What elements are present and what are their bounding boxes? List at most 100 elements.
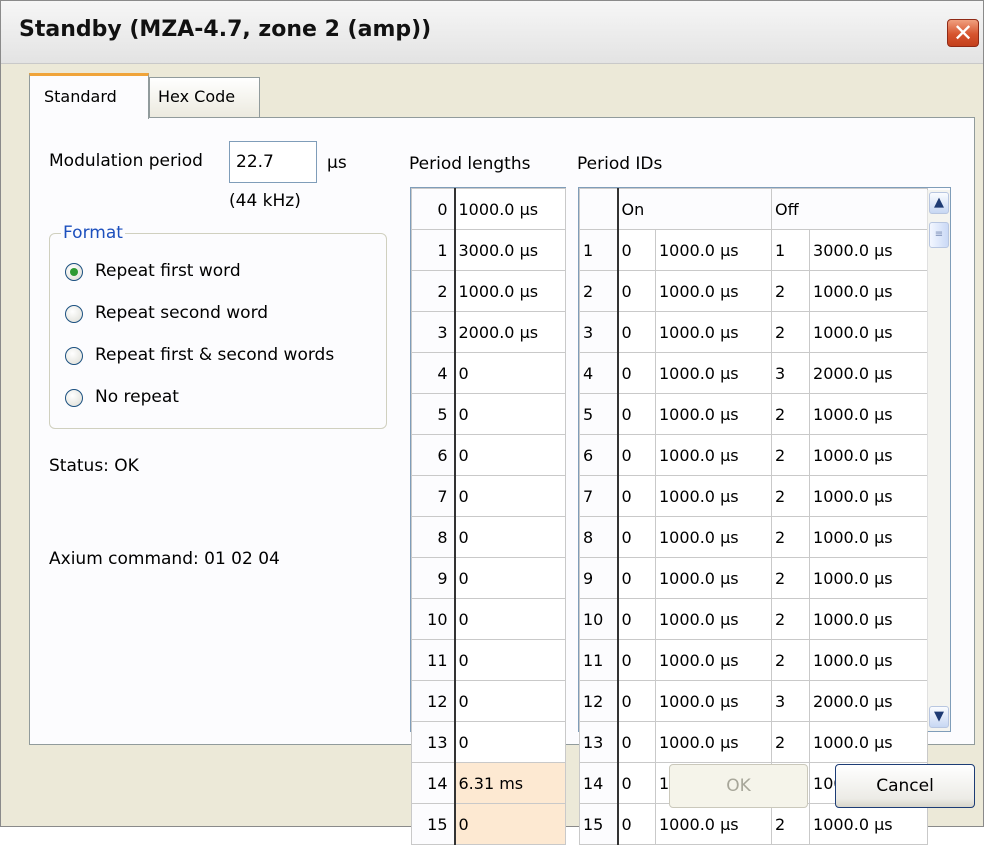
period-length-value[interactable]: 1000.0 µs <box>454 270 566 312</box>
period-id-row[interactable]: 1 0 1000.0 µs 1 3000.0 µs <box>579 229 929 271</box>
tab-standard[interactable]: Standard <box>29 73 149 119</box>
period-id-on-length: 1000.0 µs <box>654 229 773 271</box>
period-length-row[interactable]: 80 <box>411 516 566 558</box>
period-length-row[interactable]: 90 <box>411 557 566 599</box>
period-length-row[interactable]: 60 <box>411 434 566 476</box>
period-length-value[interactable]: 0 <box>454 475 566 517</box>
period-id-on-id[interactable]: 0 <box>617 311 656 353</box>
period-id-on-id[interactable]: 0 <box>617 762 656 804</box>
period-id-row[interactable]: 7 0 1000.0 µs 2 1000.0 µs <box>579 475 929 517</box>
period-length-row[interactable]: 3 2000.0 µs <box>411 311 566 353</box>
cancel-button[interactable]: Cancel <box>835 764 975 808</box>
period-id-off-id[interactable]: 3 <box>771 680 811 722</box>
period-id-row[interactable]: 3 0 1000.0 µs 2 1000.0 µs <box>579 311 929 353</box>
period-length-row[interactable]: 70 <box>411 475 566 517</box>
period-id-off-id[interactable]: 2 <box>771 721 811 763</box>
period-id-row[interactable]: 5 0 1000.0 µs 2 1000.0 µs <box>579 393 929 435</box>
period-id-row[interactable]: 8 0 1000.0 µs 2 1000.0 µs <box>579 516 929 558</box>
period-length-value[interactable]: 0 <box>454 680 566 722</box>
period-id-off-id[interactable]: 2 <box>771 639 811 681</box>
period-id-on-id[interactable]: 0 <box>617 475 656 517</box>
close-button[interactable]: ✕ <box>947 19 979 47</box>
period-length-row[interactable]: 50 <box>411 393 566 435</box>
period-id-off-id[interactable]: 2 <box>771 434 811 476</box>
tab-hex-code[interactable]: Hex Code <box>149 77 260 117</box>
period-length-row[interactable]: 0 1000.0 µs <box>411 188 566 230</box>
period-length-row[interactable]: 2 1000.0 µs <box>411 270 566 312</box>
period-id-off-id[interactable]: 2 <box>771 516 811 558</box>
period-id-row[interactable]: 6 0 1000.0 µs 2 1000.0 µs <box>579 434 929 476</box>
period-id-off-id[interactable]: 3 <box>771 352 811 394</box>
period-length-value[interactable]: 0 <box>454 393 566 435</box>
period-id-row[interactable]: 10 0 1000.0 µs 2 1000.0 µs <box>579 598 929 640</box>
period-id-on-id[interactable]: 0 <box>617 516 656 558</box>
period-length-row[interactable]: 12 0 <box>411 680 566 722</box>
period-id-row[interactable]: 12 0 1000.0 µs 3 2000.0 µs <box>579 680 929 722</box>
period-length-value[interactable]: 2000.0 µs <box>454 311 566 353</box>
period-length-row[interactable]: 1 3000.0 µs <box>411 229 566 271</box>
period-id-row[interactable]: 11 0 1000.0 µs 2 1000.0 µs <box>579 639 929 681</box>
scroll-down-button[interactable]: ▼ <box>929 706 949 728</box>
period-length-value[interactable]: 0 <box>454 803 566 845</box>
period-ids-scrollbar[interactable]: ▲ ≡ ▼ <box>927 190 950 731</box>
radio-repeat-second-word[interactable]: Repeat second word <box>65 303 405 329</box>
period-id-index: 2 <box>579 270 619 312</box>
period-id-on-id[interactable]: 0 <box>617 352 656 394</box>
period-id-on-id[interactable]: 0 <box>617 393 656 435</box>
period-length-row[interactable]: 10 0 <box>411 598 566 640</box>
period-id-off-id[interactable]: 1 <box>771 229 811 271</box>
period-length-value[interactable]: 0 <box>454 352 566 394</box>
modulation-period-input[interactable] <box>229 141 317 183</box>
period-length-index: 13 <box>411 721 456 763</box>
period-id-on-id[interactable]: 0 <box>617 680 656 722</box>
period-id-on-id[interactable]: 0 <box>617 270 656 312</box>
period-length-row[interactable]: 14 6.31 ms <box>411 762 566 804</box>
period-length-value[interactable]: 1000.0 µs <box>454 188 566 230</box>
period-length-value[interactable]: 0 <box>454 557 566 599</box>
radio-repeat-first-word[interactable]: Repeat first word <box>65 261 405 287</box>
period-id-index: 5 <box>579 393 619 435</box>
period-length-row[interactable]: 40 <box>411 352 566 394</box>
period-id-off-id[interactable]: 2 <box>771 598 811 640</box>
period-id-off-id[interactable]: 2 <box>771 803 811 845</box>
period-id-off-length: 1000.0 µs <box>809 434 929 476</box>
period-id-off-id[interactable]: 2 <box>771 475 811 517</box>
period-length-value[interactable]: 0 <box>454 516 566 558</box>
period-id-index: 15 <box>579 803 619 845</box>
period-length-value[interactable]: 0 <box>454 434 566 476</box>
title-bar[interactable]: Standby (MZA-4.7, zone 2 (amp)) ✕ <box>1 1 983 64</box>
period-length-value[interactable]: 6.31 ms <box>454 762 566 804</box>
period-id-off-id[interactable]: 2 <box>771 270 811 312</box>
scroll-up-button[interactable]: ▲ <box>929 192 949 214</box>
period-id-on-id[interactable]: 0 <box>617 229 656 271</box>
period-length-value[interactable]: 0 <box>454 721 566 763</box>
period-length-value[interactable]: 0 <box>454 639 566 681</box>
period-id-row[interactable]: 2 0 1000.0 µs 2 1000.0 µs <box>579 270 929 312</box>
period-id-on-id[interactable]: 0 <box>617 639 656 681</box>
header-off: Off <box>771 188 929 230</box>
radio-unselected-icon <box>65 347 83 365</box>
period-length-row[interactable]: 11 0 <box>411 639 566 681</box>
radio-no-repeat[interactable]: No repeat <box>65 387 405 413</box>
radio-repeat-first-and-second-words[interactable]: Repeat first & second words <box>65 345 405 371</box>
scroll-thumb[interactable]: ≡ <box>929 222 949 248</box>
period-length-index: 2 <box>411 270 456 312</box>
period-id-on-id[interactable]: 0 <box>617 557 656 599</box>
period-id-on-id[interactable]: 0 <box>617 721 656 763</box>
ok-button[interactable]: OK <box>669 764 808 808</box>
period-id-row[interactable]: 9 0 1000.0 µs 2 1000.0 µs <box>579 557 929 599</box>
period-id-row[interactable]: 13 0 1000.0 µs 2 1000.0 µs <box>579 721 929 763</box>
period-id-off-id[interactable]: 2 <box>771 557 811 599</box>
period-id-off-id[interactable]: 2 <box>771 393 811 435</box>
period-id-on-id[interactable]: 0 <box>617 434 656 476</box>
period-id-on-id[interactable]: 0 <box>617 803 656 845</box>
period-length-value[interactable]: 3000.0 µs <box>454 229 566 271</box>
period-id-on-id[interactable]: 0 <box>617 598 656 640</box>
period-id-row[interactable]: 15 0 1000.0 µs 2 1000.0 µs <box>579 803 929 845</box>
period-length-row[interactable]: 15 0 <box>411 803 566 845</box>
period-length-index: 11 <box>411 639 456 681</box>
period-id-row[interactable]: 4 0 1000.0 µs 3 2000.0 µs <box>579 352 929 394</box>
period-id-off-id[interactable]: 2 <box>771 311 811 353</box>
period-length-value[interactable]: 0 <box>454 598 566 640</box>
period-length-row[interactable]: 13 0 <box>411 721 566 763</box>
